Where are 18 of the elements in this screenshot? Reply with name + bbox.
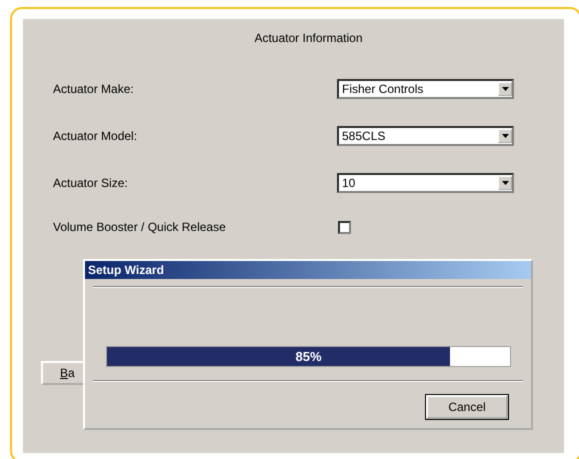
field-label: Volume Booster / Quick Release <box>53 220 227 234</box>
field-label: Actuator Model: <box>53 129 138 143</box>
panel-title: Actuator Information <box>253 31 364 45</box>
dialog-title: Setup Wizard <box>85 261 531 279</box>
checkbox[interactable] <box>338 220 351 234</box>
field-label: Actuator Size: <box>53 176 129 190</box>
cancel-button[interactable]: Cancel <box>426 395 508 419</box>
dropdown[interactable]: 10 <box>337 173 514 193</box>
dropdown-value: 10 <box>342 176 356 190</box>
caret-icon[interactable] <box>498 82 512 96</box>
dropdown[interactable]: Fisher Controls <box>337 79 514 99</box>
caret-icon[interactable] <box>498 176 512 190</box>
dropdown[interactable]: 585CLS <box>337 126 514 146</box>
field-label: Actuator Make: <box>53 82 135 96</box>
dropdown-value: Fisher Controls <box>342 82 424 96</box>
caret-icon[interactable] <box>498 129 512 143</box>
dropdown-value: 585CLS <box>342 129 386 143</box>
progress-reading: 85% <box>294 348 323 366</box>
